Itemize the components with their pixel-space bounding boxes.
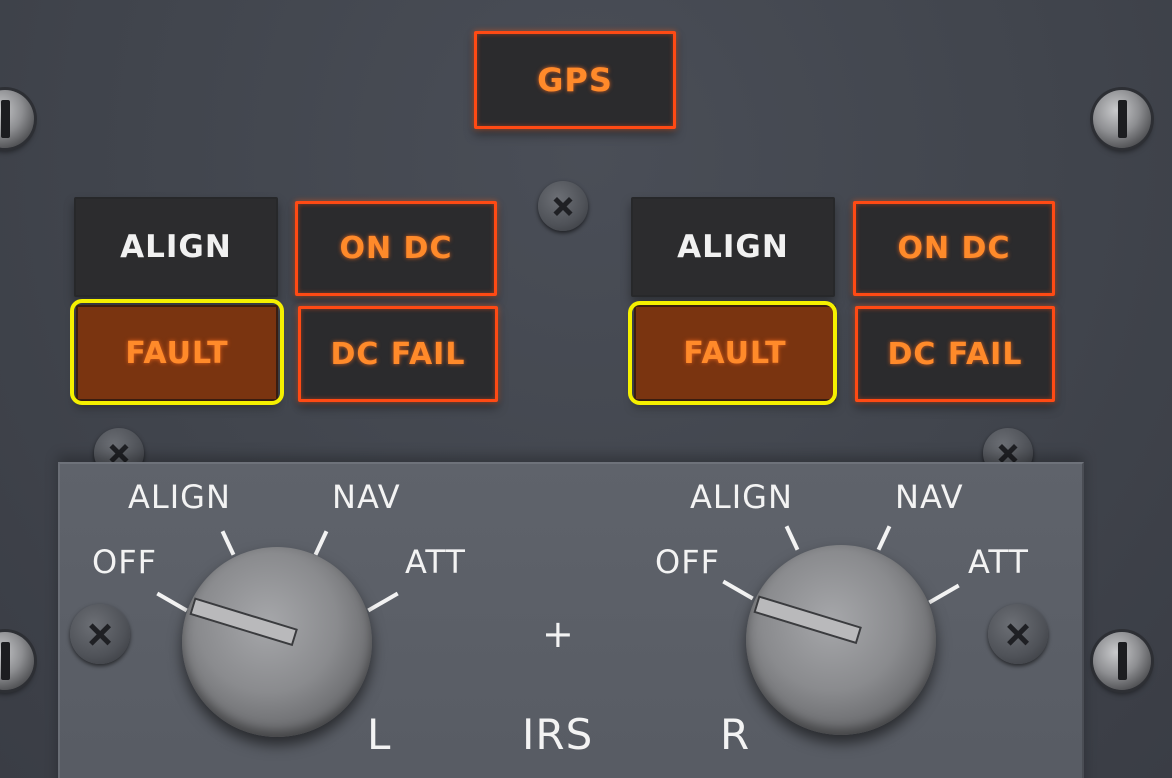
right-dc-fail-light: DC FAIL: [855, 306, 1055, 402]
left-knob-pointer: [189, 597, 298, 647]
panel-screw-right: [988, 604, 1048, 664]
irs-overhead-panel: GPS ALIGN ON DC FAULT DC FAIL ALIGN ON D…: [0, 0, 1172, 778]
panel-screw-left: [70, 604, 130, 664]
mounting-screw-bottom-left: [0, 632, 34, 690]
mounting-screw-top-left: [0, 90, 34, 148]
right-pos-att-label: ATT: [968, 543, 1029, 581]
center-screw: [538, 181, 588, 231]
left-side-label: L: [367, 710, 392, 759]
left-pos-off-label: OFF: [92, 543, 157, 581]
mounting-screw-bottom-right: [1093, 632, 1151, 690]
gps-light: GPS: [474, 31, 676, 129]
irs-system-label: IRS: [522, 710, 594, 759]
right-pos-nav-label: NAV: [895, 478, 964, 516]
left-pos-nav-label: NAV: [332, 478, 401, 516]
mounting-screw-top-right: [1093, 90, 1151, 148]
left-pos-align-label: ALIGN: [128, 478, 231, 516]
right-on-dc-light: ON DC: [853, 201, 1055, 296]
right-irs-mode-knob[interactable]: [746, 545, 936, 735]
right-align-light: ALIGN: [631, 197, 835, 297]
right-pos-off-label: OFF: [655, 543, 720, 581]
left-pos-att-label: ATT: [405, 543, 466, 581]
right-knob-pointer: [753, 595, 862, 645]
left-align-light: ALIGN: [74, 197, 278, 297]
left-irs-mode-knob[interactable]: [182, 547, 372, 737]
right-pos-align-label: ALIGN: [690, 478, 793, 516]
left-dc-fail-light: DC FAIL: [298, 306, 498, 402]
left-fault-highlight: [70, 299, 284, 405]
right-side-label: R: [720, 710, 751, 759]
right-fault-highlight: [628, 301, 837, 405]
center-plus-symbol: +: [542, 612, 575, 656]
left-on-dc-light: ON DC: [295, 201, 497, 296]
